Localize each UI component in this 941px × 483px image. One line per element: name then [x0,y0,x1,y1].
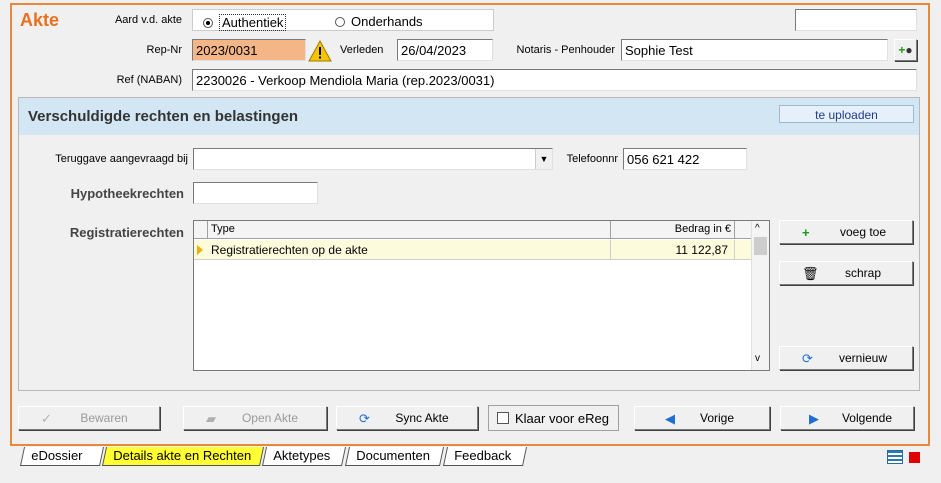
teruggave-select[interactable] [193,148,553,170]
volgende-label: Volgende [841,411,893,425]
telefoon-label: Telefoonnr [566,153,618,165]
row-type-cell: Registratierechten op de akte [208,240,611,259]
warning-icon[interactable] [308,39,332,63]
trash-icon: 🗑 [802,266,819,281]
arrow-right-icon: ▶ [809,411,819,426]
grid-col-bedrag[interactable]: Bedrag in € [611,221,735,239]
teruggave-dropdown-button[interactable]: ▼ [535,149,552,169]
grid-scrollbar[interactable]: ^ v [751,221,769,370]
checkmark-icon: ✓ [41,411,52,426]
vorige-label: Vorige [699,411,735,425]
hypotheek-label: Hypotheekrechten [70,186,184,201]
plus-icon: + [802,225,810,240]
list-view-icon[interactable] [887,450,903,464]
klaar-voor-ereg-label: Klaar voor eReg [515,410,609,426]
repnr-field[interactable]: 2023/0031 [192,39,306,61]
scroll-thumb[interactable] [754,237,767,255]
refresh-icon: ⟳ [802,351,813,366]
teruggave-label: Teruggave aangevraagd bij [55,153,188,165]
add-person-button[interactable]: +● [894,39,917,61]
sync-akte-button[interactable]: ⟳ Sync Akte [336,406,478,430]
telefoon-field[interactable]: 056 621 422 [623,148,747,170]
radio-onderhands-label: Onderhands [351,14,423,29]
bewaren-label: Bewaren [80,411,128,425]
panel-title: Verschuldigde rechten en belastingen [28,108,299,125]
radio-onderhands[interactable]: Onderhands [335,14,423,29]
tab-documenten[interactable]: Documenten [344,447,445,466]
open-akte-label: Open Akte [241,411,299,425]
open-akte-button[interactable]: ▰ Open Akte [183,406,327,430]
ref-label: Ref (NABAN) [116,74,182,86]
stop-icon[interactable] [909,452,920,463]
tab-aktetypes[interactable]: Aktetypes [261,447,347,466]
vernieuw-button[interactable]: ⟳ vernieuw [779,346,913,370]
radio-dot [335,16,345,27]
repnr-label: Rep-Nr [146,44,182,56]
sync-akte-label: Sync Akte [395,411,449,425]
aard-radio-group: Authentiek Onderhands [192,9,494,31]
row-indicator-icon [197,245,203,255]
bottom-tab-bar: eDossier Details akte en Rechten Aktetyp… [12,447,930,469]
sync-icon: ⟳ [359,411,370,426]
tab-feedback-label: Feedback [454,448,512,463]
vernieuw-label: vernieuw [838,351,888,365]
notaris-field[interactable]: Sophie Test [621,39,888,61]
add-person-icon: +● [898,43,913,57]
row-bedrag-cell: 11 122,87 [611,240,735,259]
radio-authentiek-label: Authentiek [219,14,287,31]
schrap-label: schrap [844,266,882,280]
folder-icon: ▰ [206,411,216,426]
aard-label: Aard v.d. akte [114,14,182,26]
scroll-up-icon[interactable]: ^ [755,223,760,234]
grid-header-indicator [194,221,208,239]
ref-field[interactable]: 2230026 - Verkoop Mendiola Maria (rep.20… [192,69,917,91]
voeg-toe-button[interactable]: + voeg toe [779,220,913,244]
status-badge: te uploaden [779,105,914,123]
tab-details-akte-label: Details akte en Rechten [113,448,252,463]
schrap-button[interactable]: 🗑 schrap [779,261,913,285]
voeg-toe-label: voeg toe [839,225,887,239]
tab-details-akte[interactable]: Details akte en Rechten [101,447,265,466]
table-row[interactable]: Registratierechten op de akte 11 122,87 [194,240,751,260]
tab-edossier[interactable]: eDossier [19,447,105,466]
volgende-button[interactable]: ▶ Volgende [780,406,914,430]
top-right-field[interactable] [795,9,917,31]
radio-authentiek[interactable]: Authentiek [203,14,287,31]
chevron-down-icon: ▼ [539,154,549,164]
notaris-label: Notaris - Penhouder [516,44,615,56]
tab-documenten-label: Documenten [356,448,430,463]
tab-feedback[interactable]: Feedback [442,447,528,466]
grid-header: Type Bedrag in € [194,221,751,239]
verleden-field[interactable]: 26/04/2023 [397,39,493,61]
grid-col-type[interactable]: Type [208,221,611,239]
bewaren-button[interactable]: ✓ Bewaren [18,406,160,430]
tab-aktetypes-label: Aktetypes [273,448,331,463]
verleden-label: Verleden [340,44,384,56]
page-title: Akte [20,10,60,30]
hypotheek-field[interactable] [193,182,318,204]
registratie-grid: Type Bedrag in € Registratierechten op d… [193,220,770,371]
tab-edossier-label: eDossier [31,448,83,463]
scroll-down-icon[interactable]: v [755,353,760,364]
checkbox-box [497,412,509,424]
klaar-voor-ereg-checkbox[interactable]: Klaar voor eReg [488,405,619,431]
registratie-label: Registratierechten [69,225,184,240]
panel-header: Verschuldigde rechten en belastingen te … [19,98,919,135]
vorige-button[interactable]: ◀ Vorige [634,406,770,430]
radio-dot-selected [203,17,213,28]
arrow-left-icon: ◀ [665,411,675,426]
